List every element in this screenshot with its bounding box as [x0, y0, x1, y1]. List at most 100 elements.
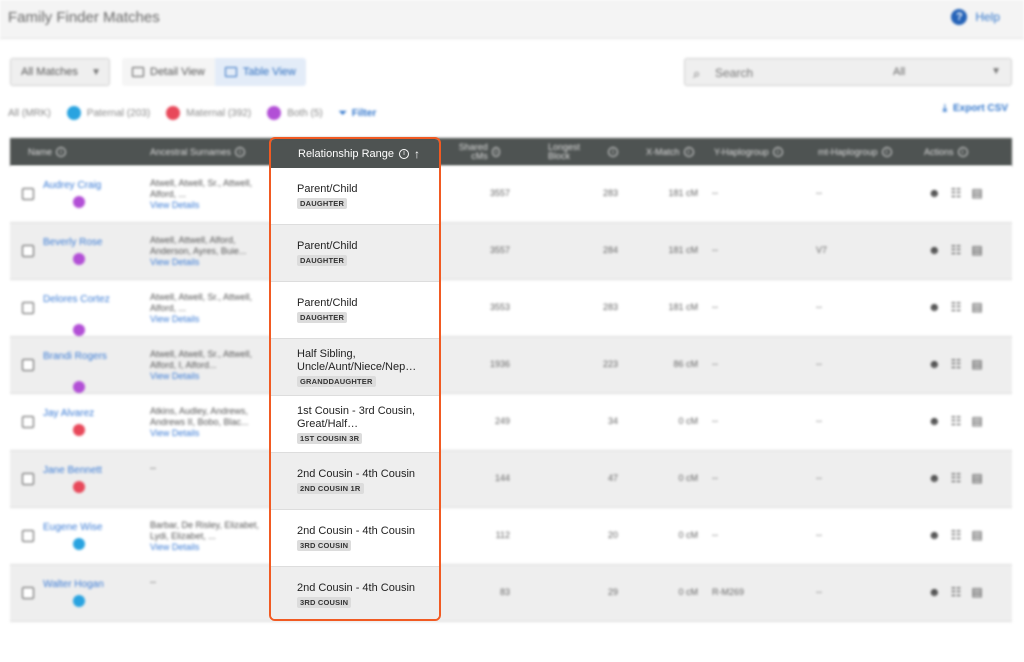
view-details-link[interactable]: View Details: [150, 200, 265, 211]
relationship-range-text: Parent/Child: [297, 240, 358, 252]
profile-icon[interactable]: ☻: [928, 585, 941, 599]
table-header: Name i Ancestral Surnames i Shared cMs i…: [10, 138, 1012, 166]
profile-icon[interactable]: ☻: [928, 471, 941, 485]
export-csv-button[interactable]: ⤓ Export CSV: [943, 103, 1008, 114]
profile-icon[interactable]: ☻: [928, 300, 941, 314]
longest-block-value: 47: [607, 473, 618, 483]
surnames-text: Atwell, Atwell, Sr., Attwell, Alford, I,…: [150, 349, 253, 370]
profile-icon[interactable]: ☻: [928, 528, 941, 542]
relationship-range-header[interactable]: Relationship Range i ↑: [271, 139, 439, 168]
filter-both[interactable]: Both (5): [267, 106, 323, 120]
note-icon[interactable]: ▤: [971, 471, 982, 485]
tree-icon[interactable]: ☷: [951, 357, 962, 371]
profile-icon[interactable]: ☻: [928, 414, 941, 428]
tree-icon[interactable]: ☷: [951, 300, 962, 314]
filter-paternal[interactable]: Paternal (203): [66, 106, 150, 120]
row-checkbox[interactable]: [22, 359, 34, 371]
help-circle-icon: ?: [951, 9, 968, 25]
info-icon[interactable]: i: [608, 147, 618, 157]
tree-icon[interactable]: ☷: [951, 414, 962, 428]
info-icon[interactable]: i: [56, 147, 67, 157]
match-name-link[interactable]: Beverly Rose: [43, 237, 123, 249]
x-match-value: 181 cM: [668, 245, 698, 255]
column-x-match[interactable]: X-Match i: [646, 138, 698, 166]
column-mt-haplogroup[interactable]: mt-Haplogroup i: [818, 138, 908, 166]
search-scope[interactable]: All: [893, 66, 905, 78]
top-bar: Family Finder Matches ? Help: [0, 0, 1024, 39]
profile-icon[interactable]: ☻: [928, 243, 941, 257]
info-icon[interactable]: i: [399, 148, 410, 159]
surnames-text: Atwell, Atwell, Sr., Attwell, Alford, ..…: [150, 178, 253, 199]
tree-icon[interactable]: ☷: [951, 471, 962, 485]
relationship-range-content: Parent/Child DAUGHTER: [297, 225, 431, 281]
filter-maternal[interactable]: Maternal (392): [166, 106, 251, 120]
tree-icon[interactable]: ☷: [951, 186, 962, 200]
tree-icon[interactable]: ☷: [951, 585, 962, 599]
match-name-link[interactable]: Jay Alvarez: [43, 408, 123, 420]
note-icon[interactable]: ▤: [971, 243, 982, 257]
view-details-link[interactable]: View Details: [150, 257, 265, 268]
relationship-range-text: 2nd Cousin - 4th Cousin: [297, 582, 416, 594]
relationship-range-content: 1st Cousin - 3rd Cousin, Great/Half… 1ST …: [297, 396, 431, 452]
table-view-button[interactable]: Table View: [214, 58, 306, 86]
info-icon[interactable]: i: [881, 147, 892, 157]
filter-button[interactable]: ⏷ Filter: [339, 108, 376, 119]
match-name-link[interactable]: Brandi Rogers: [43, 351, 123, 363]
table-row: Eugene Wise Barbar, De Risley, Elizabet, …: [10, 508, 1012, 565]
match-name-link[interactable]: Walter Hogan: [43, 579, 123, 591]
match-name-link[interactable]: Jane Bennett: [43, 465, 123, 477]
shared-cm-value: 3557: [489, 188, 510, 198]
row-checkbox[interactable]: [22, 302, 34, 314]
column-y-haplogroup[interactable]: Y-Haplogroup i: [714, 138, 794, 166]
note-icon[interactable]: ▤: [971, 300, 982, 314]
info-icon[interactable]: i: [957, 147, 968, 157]
match-name-link[interactable]: Eugene Wise: [43, 522, 123, 534]
info-icon[interactable]: i: [235, 147, 246, 157]
match-name-link[interactable]: Audrey Craig: [43, 180, 123, 192]
view-details-link[interactable]: View Details: [150, 314, 265, 325]
note-icon[interactable]: ▤: [971, 585, 982, 599]
row-checkbox[interactable]: [22, 473, 34, 485]
matches-select[interactable]: All Matches ▼: [10, 58, 110, 86]
note-icon[interactable]: ▤: [971, 414, 982, 428]
column-shared-label: Shared cMs: [458, 142, 488, 161]
relationship-badge: 3RD COUSIN: [297, 597, 352, 608]
column-longest-block[interactable]: Longest Block i: [548, 138, 618, 166]
page-title: Family Finder Matches: [8, 9, 160, 26]
profile-icon[interactable]: ☻: [928, 357, 941, 371]
view-details-link[interactable]: View Details: [150, 428, 265, 439]
row-checkbox[interactable]: [22, 245, 34, 257]
info-icon[interactable]: i: [683, 147, 694, 157]
profile-icon[interactable]: ☻: [928, 186, 941, 200]
column-surnames[interactable]: Ancestral Surnames i: [150, 138, 246, 166]
help-link[interactable]: ? Help: [951, 9, 1000, 25]
surnames-text: Atwell, Atwell, Sr., Attwell, Alford, ..…: [150, 292, 253, 313]
longest-block-value: 284: [602, 245, 618, 255]
match-name-link[interactable]: Delores Cortez: [43, 294, 123, 306]
row-checkbox[interactable]: [22, 416, 34, 428]
both-dot-icon: [267, 106, 282, 120]
shared-cm-value: 3557: [489, 245, 510, 255]
row-checkbox[interactable]: [22, 587, 34, 599]
info-icon[interactable]: i: [772, 147, 783, 157]
info-icon[interactable]: i: [491, 147, 500, 157]
view-details-link[interactable]: View Details: [150, 371, 265, 382]
column-surnames-label: Ancestral Surnames: [150, 146, 232, 157]
arrow-up-icon[interactable]: ↑: [414, 147, 420, 161]
column-shared-cm[interactable]: Shared cMs i: [450, 138, 500, 166]
column-name[interactable]: Name i: [28, 138, 67, 166]
detail-view-button[interactable]: Detail View: [122, 58, 215, 86]
row-checkbox[interactable]: [22, 188, 34, 200]
tree-icon[interactable]: ☷: [951, 528, 962, 542]
note-icon[interactable]: ▤: [971, 186, 982, 200]
view-details-link[interactable]: View Details: [150, 542, 265, 553]
filter-all[interactable]: All (MRK): [8, 108, 51, 119]
row-checkbox[interactable]: [22, 530, 34, 542]
maternal-dot-icon: [166, 106, 181, 120]
note-icon[interactable]: ▤: [971, 357, 982, 371]
filter-maternal-label: Maternal (392): [186, 107, 252, 119]
search-input[interactable]: [713, 63, 867, 83]
tree-icon[interactable]: ☷: [951, 243, 962, 257]
note-icon[interactable]: ▤: [971, 528, 982, 542]
mt-haplogroup-value: V7: [816, 245, 828, 255]
